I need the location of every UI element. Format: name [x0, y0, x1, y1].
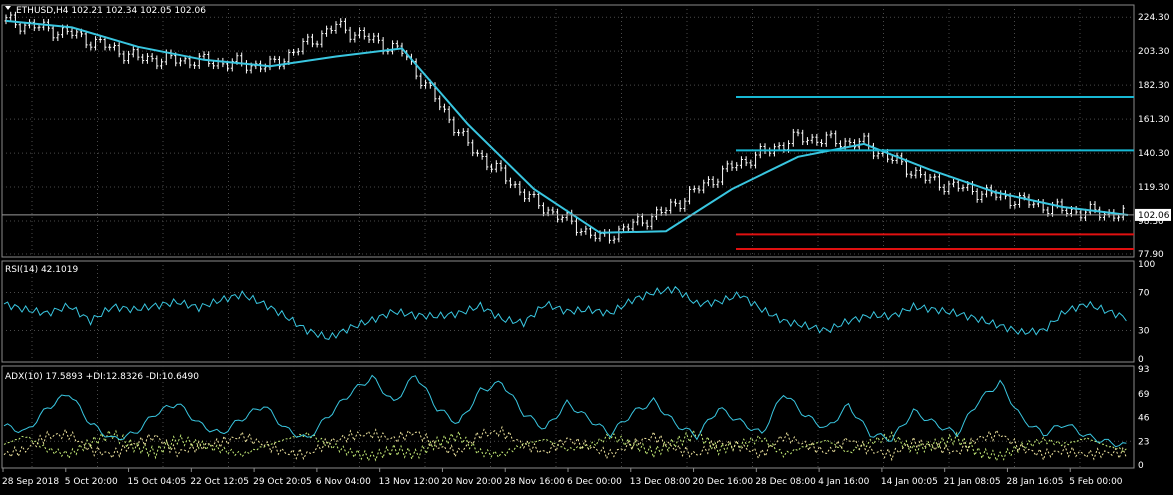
time-axis-label: 4 Jan 16:00: [818, 477, 870, 487]
adx-header: ADX(10) 17.5893 +DI:12.8326 -DI:10.6490: [5, 372, 199, 382]
time-axis-label: 20 Nov 20:00: [441, 477, 502, 487]
current-price-tag-label: 102.06: [1138, 211, 1170, 221]
rsi-tick-label: 70: [1138, 289, 1150, 299]
price-tick-label: 224.30: [1138, 13, 1170, 23]
time-axis-label: 22 Oct 12:05: [190, 477, 249, 487]
time-axis-label: 13 Dec 08:00: [630, 477, 691, 487]
price-tick-label: 182.30: [1138, 81, 1170, 91]
time-axis-label: 28 Dec 08:00: [755, 477, 816, 487]
time-axis-label: 15 Oct 04:05: [128, 477, 187, 487]
rsi-header: RSI(14) 42.1019: [5, 265, 78, 275]
time-axis-label: 6 Nov 04:00: [316, 477, 371, 487]
chart-canvas[interactable]: 224.30203.30182.30161.30140.30119.3098.3…: [0, 0, 1173, 491]
time-axis-label: 6 Dec 00:00: [567, 477, 622, 487]
time-axis-label: 21 Jan 08:05: [944, 477, 1001, 487]
time-axis-label: 28 Sep 2018: [2, 477, 59, 487]
rsi-tick-label: 100: [1138, 260, 1155, 270]
price-tick-label: 140.30: [1138, 149, 1170, 159]
rsi-tick-label: 30: [1138, 327, 1150, 337]
price-tick-label: 119.30: [1138, 183, 1170, 193]
time-axis-label: 5 Feb 00:00: [1069, 477, 1123, 487]
time-axis-label: 28 Nov 16:00: [504, 477, 565, 487]
time-axis-label: 28 Jan 16:05: [1006, 477, 1063, 487]
adx-tick-label: 69: [1138, 390, 1150, 400]
time-axis-label: 29 Oct 20:05: [253, 477, 312, 487]
adx-tick-label: 93: [1138, 365, 1149, 375]
chart-background: [0, 0, 1173, 491]
adx-tick-label: 46: [1138, 414, 1150, 424]
rsi-tick-label: 0: [1138, 355, 1144, 365]
symbol-header: ETHUSD,H4 102.21 102.34 102.05 102.06: [16, 6, 206, 16]
adx-tick-label: 0: [1138, 461, 1144, 471]
time-axis-label: 5 Oct 20:00: [65, 477, 118, 487]
time-axis-label: 13 Nov 12:00: [379, 477, 440, 487]
price-tick-label: 161.30: [1138, 115, 1170, 125]
price-tick-label: 203.30: [1138, 47, 1170, 57]
price-tick-label: 77.90: [1138, 250, 1164, 260]
trading-chart-window[interactable]: 224.30 203.30 182.30 161.30 140.30 119.30 98.3…: [0, 0, 1173, 491]
time-axis-label: 20 Dec 16:00: [693, 477, 754, 487]
adx-tick-label: 23: [1138, 437, 1149, 447]
time-axis-label: 14 Jan 00:05: [881, 477, 938, 487]
